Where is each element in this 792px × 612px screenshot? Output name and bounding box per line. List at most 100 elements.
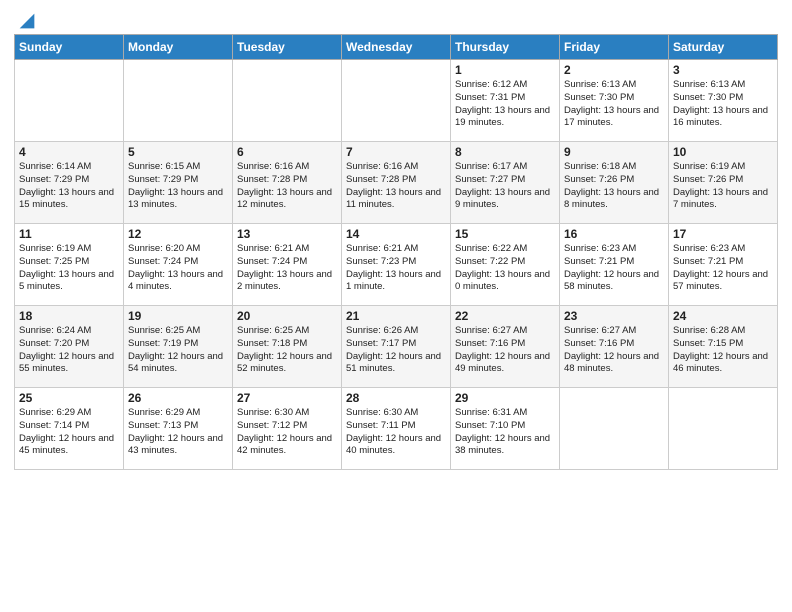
day-number: 29 xyxy=(455,391,555,405)
calendar-cell: 18 Sunrise: 6:24 AM Sunset: 7:20 PM Dayli… xyxy=(15,306,124,388)
day-number: 8 xyxy=(455,145,555,159)
calendar-week-row: 18 Sunrise: 6:24 AM Sunset: 7:20 PM Dayli… xyxy=(15,306,778,388)
day-info: Sunrise: 6:29 AM Sunset: 7:14 PM Dayligh… xyxy=(19,407,119,458)
day-number: 6 xyxy=(237,145,337,159)
calendar-cell xyxy=(124,60,233,142)
calendar-cell: 21 Sunrise: 6:26 AM Sunset: 7:17 PM Dayli… xyxy=(342,306,451,388)
calendar-cell xyxy=(669,388,778,470)
calendar-cell xyxy=(15,60,124,142)
day-number: 26 xyxy=(128,391,228,405)
day-number: 28 xyxy=(346,391,446,405)
calendar-cell: 28 Sunrise: 6:30 AM Sunset: 7:11 PM Dayli… xyxy=(342,388,451,470)
day-info: Sunrise: 6:27 AM Sunset: 7:16 PM Dayligh… xyxy=(564,325,664,376)
day-info: Sunrise: 6:30 AM Sunset: 7:11 PM Dayligh… xyxy=(346,407,446,458)
page: SundayMondayTuesdayWednesdayThursdayFrid… xyxy=(0,0,792,612)
calendar-cell: 20 Sunrise: 6:25 AM Sunset: 7:18 PM Dayli… xyxy=(233,306,342,388)
day-info: Sunrise: 6:21 AM Sunset: 7:23 PM Dayligh… xyxy=(346,243,446,294)
day-number: 11 xyxy=(19,227,119,241)
day-info: Sunrise: 6:13 AM Sunset: 7:30 PM Dayligh… xyxy=(673,79,773,130)
calendar-cell: 19Sunrise: 6:25 AM Sunset: 7:19 PM Dayli… xyxy=(124,306,233,388)
logo-icon xyxy=(16,10,38,32)
calendar-cell xyxy=(560,388,669,470)
day-number: 22 xyxy=(455,309,555,323)
day-number: 2 xyxy=(564,63,664,77)
calendar-header-row: SundayMondayTuesdayWednesdayThursdayFrid… xyxy=(15,35,778,60)
day-info: Sunrise: 6:25 AM Sunset: 7:19 PM Dayligh… xyxy=(128,325,228,376)
calendar-day-header: Thursday xyxy=(451,35,560,60)
day-number: 10 xyxy=(673,145,773,159)
calendar-cell: 2 Sunrise: 6:13 AM Sunset: 7:30 PM Daylig… xyxy=(560,60,669,142)
day-number: 3 xyxy=(673,63,773,77)
calendar-table: SundayMondayTuesdayWednesdayThursdayFrid… xyxy=(14,34,778,470)
calendar-cell: 1 Sunrise: 6:12 AM Sunset: 7:31 PM Daylig… xyxy=(451,60,560,142)
day-number: 7 xyxy=(346,145,446,159)
calendar-cell: 16 Sunrise: 6:23 AM Sunset: 7:21 PM Dayli… xyxy=(560,224,669,306)
day-number: 21 xyxy=(346,309,446,323)
day-number: 27 xyxy=(237,391,337,405)
day-number: 17 xyxy=(673,227,773,241)
calendar-cell: 9 Sunrise: 6:18 AM Sunset: 7:26 PM Daylig… xyxy=(560,142,669,224)
calendar-day-header: Monday xyxy=(124,35,233,60)
header xyxy=(14,10,778,28)
calendar-week-row: 1 Sunrise: 6:12 AM Sunset: 7:31 PM Daylig… xyxy=(15,60,778,142)
day-info: Sunrise: 6:26 AM Sunset: 7:17 PM Dayligh… xyxy=(346,325,446,376)
calendar-cell: 14 Sunrise: 6:21 AM Sunset: 7:23 PM Dayli… xyxy=(342,224,451,306)
calendar-week-row: 25 Sunrise: 6:29 AM Sunset: 7:14 PM Dayli… xyxy=(15,388,778,470)
calendar-day-header: Tuesday xyxy=(233,35,342,60)
calendar-cell: 6 Sunrise: 6:16 AM Sunset: 7:28 PM Daylig… xyxy=(233,142,342,224)
calendar-cell: 10 Sunrise: 6:19 AM Sunset: 7:26 PM Dayli… xyxy=(669,142,778,224)
day-number: 1 xyxy=(455,63,555,77)
day-info: Sunrise: 6:18 AM Sunset: 7:26 PM Dayligh… xyxy=(564,161,664,212)
calendar-cell: 5 Sunrise: 6:15 AM Sunset: 7:29 PM Daylig… xyxy=(124,142,233,224)
calendar-cell: 3 Sunrise: 6:13 AM Sunset: 7:30 PM Daylig… xyxy=(669,60,778,142)
calendar-cell xyxy=(233,60,342,142)
calendar-cell: 12 Sunrise: 6:20 AM Sunset: 7:24 PM Dayli… xyxy=(124,224,233,306)
day-info: Sunrise: 6:15 AM Sunset: 7:29 PM Dayligh… xyxy=(128,161,228,212)
day-info: Sunrise: 6:31 AM Sunset: 7:10 PM Dayligh… xyxy=(455,407,555,458)
calendar-cell: 13Sunrise: 6:21 AM Sunset: 7:24 PM Dayli… xyxy=(233,224,342,306)
logo xyxy=(14,10,38,28)
calendar-cell: 25 Sunrise: 6:29 AM Sunset: 7:14 PM Dayli… xyxy=(15,388,124,470)
day-info: Sunrise: 6:13 AM Sunset: 7:30 PM Dayligh… xyxy=(564,79,664,130)
calendar-day-header: Saturday xyxy=(669,35,778,60)
day-info: Sunrise: 6:29 AM Sunset: 7:13 PM Dayligh… xyxy=(128,407,228,458)
calendar-cell: 17Sunrise: 6:23 AM Sunset: 7:21 PM Dayli… xyxy=(669,224,778,306)
day-number: 25 xyxy=(19,391,119,405)
day-number: 20 xyxy=(237,309,337,323)
day-info: Sunrise: 6:20 AM Sunset: 7:24 PM Dayligh… xyxy=(128,243,228,294)
day-number: 13 xyxy=(237,227,337,241)
day-info: Sunrise: 6:17 AM Sunset: 7:27 PM Dayligh… xyxy=(455,161,555,212)
day-number: 5 xyxy=(128,145,228,159)
day-info: Sunrise: 6:24 AM Sunset: 7:20 PM Dayligh… xyxy=(19,325,119,376)
calendar-week-row: 4 Sunrise: 6:14 AM Sunset: 7:29 PM Daylig… xyxy=(15,142,778,224)
day-info: Sunrise: 6:25 AM Sunset: 7:18 PM Dayligh… xyxy=(237,325,337,376)
calendar-cell: 7 Sunrise: 6:16 AM Sunset: 7:28 PM Daylig… xyxy=(342,142,451,224)
day-info: Sunrise: 6:30 AM Sunset: 7:12 PM Dayligh… xyxy=(237,407,337,458)
day-info: Sunrise: 6:27 AM Sunset: 7:16 PM Dayligh… xyxy=(455,325,555,376)
calendar-cell: 29 Sunrise: 6:31 AM Sunset: 7:10 PM Dayli… xyxy=(451,388,560,470)
calendar-week-row: 11Sunrise: 6:19 AM Sunset: 7:25 PM Dayli… xyxy=(15,224,778,306)
day-number: 18 xyxy=(19,309,119,323)
calendar-cell: 24Sunrise: 6:28 AM Sunset: 7:15 PM Dayli… xyxy=(669,306,778,388)
day-info: Sunrise: 6:22 AM Sunset: 7:22 PM Dayligh… xyxy=(455,243,555,294)
day-number: 4 xyxy=(19,145,119,159)
calendar-cell: 27 Sunrise: 6:30 AM Sunset: 7:12 PM Dayli… xyxy=(233,388,342,470)
calendar-day-header: Sunday xyxy=(15,35,124,60)
day-info: Sunrise: 6:16 AM Sunset: 7:28 PM Dayligh… xyxy=(346,161,446,212)
day-number: 9 xyxy=(564,145,664,159)
calendar-cell: 26 Sunrise: 6:29 AM Sunset: 7:13 PM Dayli… xyxy=(124,388,233,470)
day-number: 16 xyxy=(564,227,664,241)
day-info: Sunrise: 6:23 AM Sunset: 7:21 PM Dayligh… xyxy=(564,243,664,294)
day-info: Sunrise: 6:12 AM Sunset: 7:31 PM Dayligh… xyxy=(455,79,555,130)
day-info: Sunrise: 6:28 AM Sunset: 7:15 PM Dayligh… xyxy=(673,325,773,376)
day-number: 14 xyxy=(346,227,446,241)
calendar-cell: 4 Sunrise: 6:14 AM Sunset: 7:29 PM Daylig… xyxy=(15,142,124,224)
day-info: Sunrise: 6:14 AM Sunset: 7:29 PM Dayligh… xyxy=(19,161,119,212)
calendar-cell: 15Sunrise: 6:22 AM Sunset: 7:22 PM Dayli… xyxy=(451,224,560,306)
calendar-cell: 8 Sunrise: 6:17 AM Sunset: 7:27 PM Daylig… xyxy=(451,142,560,224)
calendar-cell: 23Sunrise: 6:27 AM Sunset: 7:16 PM Dayli… xyxy=(560,306,669,388)
calendar-day-header: Friday xyxy=(560,35,669,60)
day-info: Sunrise: 6:16 AM Sunset: 7:28 PM Dayligh… xyxy=(237,161,337,212)
day-info: Sunrise: 6:19 AM Sunset: 7:26 PM Dayligh… xyxy=(673,161,773,212)
day-number: 12 xyxy=(128,227,228,241)
